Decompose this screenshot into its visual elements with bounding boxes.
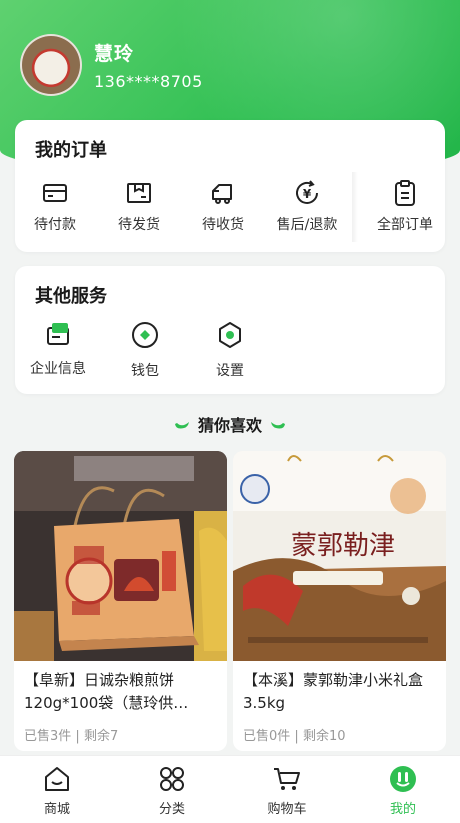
- service-label: 设置: [216, 363, 244, 379]
- svg-text:¥: ¥: [303, 187, 312, 201]
- profile-icon: [388, 764, 418, 794]
- clipboard-icon: [390, 178, 420, 208]
- order-all[interactable]: 全部订单: [365, 178, 445, 234]
- divider: [352, 172, 358, 242]
- product-remaining: 剩余10: [302, 729, 346, 744]
- tab-mall[interactable]: 商城: [12, 764, 102, 817]
- other-services-title: 其他服务: [35, 286, 107, 307]
- order-refund[interactable]: ¥ 售后/退款: [267, 178, 347, 234]
- tab-label: 分类: [158, 802, 185, 817]
- guess-you-like-header: 猜你喜欢: [0, 412, 460, 436]
- cart-icon: [272, 764, 302, 794]
- product-card[interactable]: 蒙郭勒津 【本溪】蒙郭勒津小米礼盒3.5kg 已售0件 | 剩余10: [233, 451, 446, 751]
- leaf-left-icon: [174, 422, 189, 429]
- tab-label: 商城: [43, 802, 70, 817]
- wallet-icon: [130, 320, 160, 354]
- bottom-tab-bar: 商城 分类 购物车 我的: [0, 755, 460, 823]
- company-icon: [44, 320, 72, 352]
- service-settings[interactable]: 设置: [190, 320, 270, 380]
- box-icon: [124, 178, 154, 208]
- user-phone: 136****8705: [94, 72, 203, 91]
- product-sold: 已售3件: [24, 729, 72, 744]
- order-pending-shipment[interactable]: 待发货: [99, 178, 179, 234]
- settings-icon: [215, 320, 245, 354]
- profile-header[interactable]: 慧玲 136****8705: [20, 34, 203, 96]
- tab-cart[interactable]: 购物车: [242, 764, 332, 817]
- product-remaining: 剩余7: [83, 729, 119, 744]
- product-card[interactable]: 【阜新】日诚杂粮煎饼120g*100袋（慧玲供… 已售3件 | 剩余7: [14, 451, 227, 751]
- order-item-label: 全部订单: [377, 217, 433, 233]
- order-item-label: 待付款: [34, 217, 76, 233]
- my-orders-title: 我的订单: [35, 140, 107, 161]
- category-icon: [157, 764, 187, 794]
- truck-icon: [208, 178, 238, 208]
- service-wallet[interactable]: 钱包: [105, 320, 185, 380]
- service-label: 企业信息: [30, 361, 86, 377]
- order-pending-receipt[interactable]: 待收货: [183, 178, 263, 234]
- other-services-card: 其他服务 企业信息 钱包 设置: [15, 266, 445, 394]
- product-title: 【本溪】蒙郭勒津小米礼盒3.5kg: [243, 671, 424, 712]
- card-icon: [40, 178, 70, 208]
- product-meta-separator: |: [294, 729, 299, 744]
- order-item-label: 待发货: [118, 217, 160, 233]
- home-icon: [42, 764, 72, 794]
- service-company-info[interactable]: 企业信息: [18, 320, 98, 378]
- leaf-right-icon: [271, 422, 285, 429]
- order-item-label: 待收货: [202, 217, 244, 233]
- tab-category[interactable]: 分类: [127, 764, 217, 817]
- refund-icon: ¥: [292, 178, 322, 208]
- user-name: 慧玲: [94, 43, 135, 65]
- product-image: [14, 451, 227, 661]
- guess-you-like-title: 猜你喜欢: [197, 416, 262, 435]
- product-title: 【阜新】日诚杂粮煎饼120g*100袋（慧玲供…: [24, 671, 189, 712]
- user-info: 慧玲 136****8705: [94, 39, 203, 91]
- product-meta: 已售0件 | 剩余10: [243, 725, 346, 744]
- order-pending-payment[interactable]: 待付款: [15, 178, 95, 234]
- tab-profile[interactable]: 我的: [358, 764, 448, 817]
- tab-label: 购物车: [267, 802, 307, 817]
- product-image: 蒙郭勒津: [233, 451, 446, 661]
- tab-label: 我的: [389, 802, 416, 817]
- product-sold: 已售0件: [243, 729, 291, 744]
- product-meta-separator: |: [75, 729, 80, 744]
- product-image-title: 蒙郭勒津: [291, 531, 395, 561]
- service-label: 钱包: [131, 363, 159, 379]
- avatar[interactable]: [20, 34, 82, 96]
- order-item-label: 售后/退款: [276, 217, 338, 233]
- product-meta: 已售3件 | 剩余7: [24, 725, 118, 744]
- my-orders-card: 我的订单 待付款 待发货 待收货 ¥ 售后/退款 全部订单: [15, 120, 445, 252]
